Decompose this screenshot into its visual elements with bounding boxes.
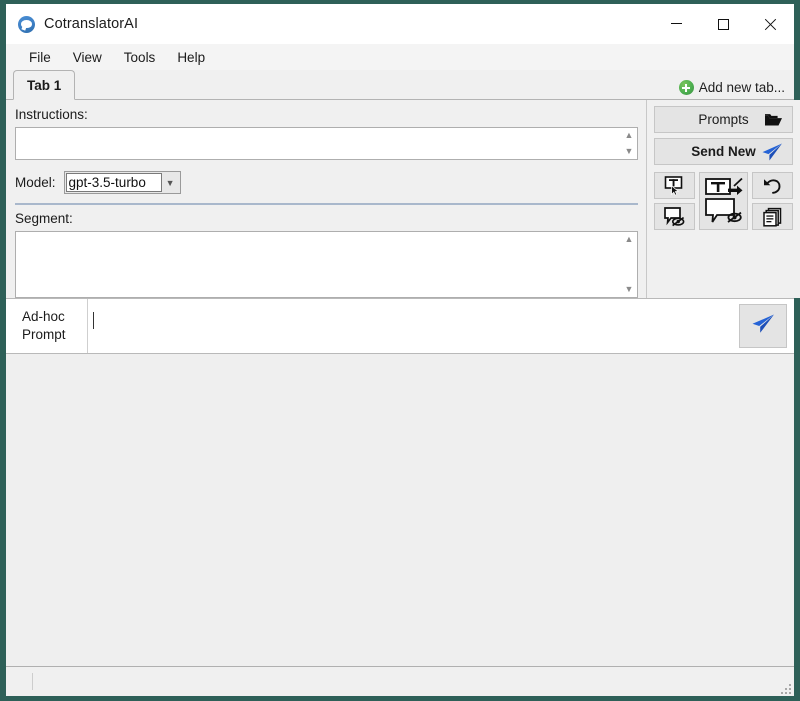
send-new-button[interactable]: Send New [654, 138, 793, 165]
chevron-up-icon[interactable]: ▲ [625, 130, 634, 140]
section-divider [15, 203, 638, 206]
status-divider [32, 673, 33, 690]
adhoc-prompt-label-line1: Ad-hoc [22, 308, 65, 324]
chevron-down-icon[interactable]: ▼ [162, 173, 179, 192]
prompts-button-label: Prompts [698, 112, 749, 127]
copy-icon-button[interactable] [752, 203, 793, 230]
menu-item-help[interactable]: Help [166, 47, 216, 68]
tab-tab-1[interactable]: Tab 1 [13, 70, 76, 100]
instructions-input[interactable] [16, 128, 621, 160]
copy-icon [762, 207, 781, 227]
model-row: Model: gpt-3.5-turbo ▼ [15, 171, 638, 195]
instructions-textbox[interactable]: ▲ ▼ [15, 126, 638, 161]
hide-bubble-icon [663, 207, 684, 227]
insert-text-cursor-icon [664, 176, 683, 196]
menu-bar: File View Tools Help [6, 44, 794, 70]
instructions-scrollbar[interactable]: ▲ ▼ [621, 127, 637, 160]
window-body: Instructions: ▲ ▼ Model: gpt-3.5-turbo ▼ [6, 100, 800, 696]
adhoc-prompt-input[interactable] [88, 299, 732, 353]
chevron-down-icon[interactable]: ▼ [625, 147, 634, 156]
adhoc-prompt-label: Ad-hoc Prompt [6, 299, 88, 353]
add-new-tab-label: Add new tab... [698, 80, 785, 95]
send-new-button-label: Send New [691, 144, 756, 159]
adhoc-prompt-row: Ad-hoc Prompt [6, 298, 794, 354]
application-window: CotranslatorAI File View Tools Help Tab … [6, 4, 800, 696]
tab-bar: Tab 1 Add new tab... [6, 70, 794, 100]
right-action-column: Prompts Send New [646, 100, 800, 298]
instructions-label: Instructions: [15, 107, 88, 122]
text-caret [93, 312, 94, 329]
model-select[interactable]: gpt-3.5-turbo ▼ [63, 171, 181, 195]
chat-bubble-icon [18, 15, 35, 33]
send-text-to-bubble-icon-button[interactable] [699, 172, 748, 230]
insert-text-cursor-icon-button[interactable] [654, 172, 695, 199]
adhoc-prompt-label-line2: Prompt [22, 327, 66, 342]
chevron-down-icon[interactable]: ▼ [625, 285, 634, 294]
undo-icon [764, 179, 781, 194]
status-bar [6, 666, 794, 696]
hide-bubble-icon-button[interactable] [654, 203, 695, 230]
segment-label: Segment: [15, 211, 73, 227]
adhoc-send-wrapper [732, 299, 794, 353]
close-icon[interactable] [747, 4, 794, 44]
menu-item-file[interactable]: File [18, 47, 62, 68]
send-text-to-bubble-icon [704, 177, 743, 223]
window-title: CotranslatorAI [44, 16, 139, 32]
undo-icon-button[interactable] [752, 172, 793, 199]
menu-item-tools[interactable]: Tools [113, 47, 167, 68]
conversation-output-area[interactable] [6, 354, 794, 666]
paper-plane-icon [761, 142, 783, 161]
minimize-icon[interactable] [653, 4, 700, 44]
prompts-button[interactable]: Prompts [654, 106, 793, 133]
segment-input[interactable] [16, 232, 621, 297]
tool-button-grid [654, 172, 793, 230]
segment-scrollbar[interactable]: ▲ ▼ [621, 231, 637, 298]
menu-item-view[interactable]: View [62, 47, 113, 68]
adhoc-send-button[interactable] [739, 304, 787, 348]
folder-open-icon [764, 112, 783, 127]
chevron-up-icon[interactable]: ▲ [625, 234, 634, 244]
add-new-tab-button[interactable]: Add new tab... [678, 80, 785, 95]
plus-circle-icon [678, 80, 694, 95]
title-bar: CotranslatorAI [6, 4, 794, 44]
editor-region: Instructions: ▲ ▼ Model: gpt-3.5-turbo ▼ [6, 100, 800, 299]
window-controls [653, 4, 794, 44]
tool-column-center [699, 172, 748, 230]
segment-textbox[interactable]: ▲ ▼ [15, 230, 638, 299]
maximize-icon[interactable] [700, 4, 747, 44]
tool-column-right [752, 172, 793, 230]
desktop-background: CotranslatorAI File View Tools Help Tab … [0, 0, 800, 701]
paper-plane-icon [751, 313, 775, 339]
tool-column-left [654, 172, 695, 230]
model-label: Model: [15, 175, 56, 191]
resize-grip[interactable] [778, 681, 791, 694]
left-editor-column: Instructions: ▲ ▼ Model: gpt-3.5-turbo ▼ [6, 100, 646, 299]
model-select-value[interactable]: gpt-3.5-turbo [65, 173, 162, 193]
